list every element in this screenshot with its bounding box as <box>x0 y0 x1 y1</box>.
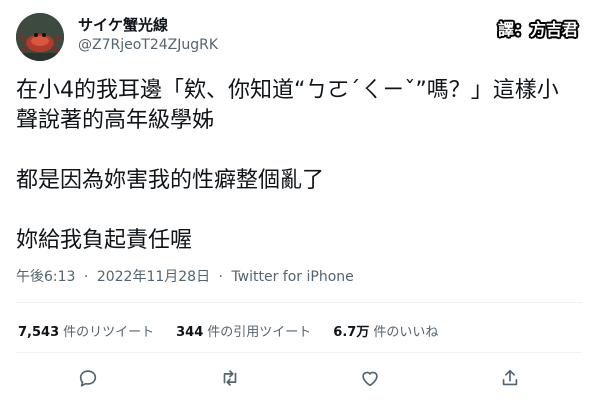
tweet-line: 都是因為妳害我的性癖整個亂了 <box>16 168 325 193</box>
tweet-line: 在小4的我耳邊「欸、你知道“ㄅㄛˊㄑㄧˇ”嗎？」這樣小 <box>16 78 559 103</box>
quote-label: 件の引用ツイート <box>207 325 312 340</box>
reply-icon <box>79 370 97 387</box>
share-button[interactable] <box>496 364 524 392</box>
reply-button[interactable] <box>74 364 102 392</box>
avatar[interactable] <box>16 13 64 61</box>
tweet-time[interactable]: 午後6:13 <box>16 269 75 285</box>
quote-count: 344 <box>176 325 204 340</box>
divider <box>16 302 582 303</box>
author-display-name[interactable]: サイケ蟹光線 <box>78 14 168 35</box>
retweet-button[interactable] <box>216 364 244 392</box>
share-icon <box>502 369 518 386</box>
tweet-text: 在小4的我耳邊「欸、你知道“ㄅㄛˊㄑㄧˇ”嗎？」這樣小 聲說著的高年級學姊 都是… <box>16 76 582 256</box>
tweet-line: 妳給我負起責任喔 <box>16 228 193 253</box>
quote-stat[interactable]: 344 件の引用ツイート <box>176 321 311 340</box>
like-icon <box>362 371 378 387</box>
translator-credit: 譯：方吉君 <box>497 20 578 39</box>
action-bar <box>0 358 598 398</box>
retweet-label: 件のリツイート <box>63 325 155 340</box>
like-label: 件のいいね <box>373 325 439 340</box>
retweet-icon <box>223 370 237 386</box>
like-count: 6.7万 <box>333 325 370 340</box>
like-stat[interactable]: 6.7万 件のいいね <box>333 321 438 340</box>
tweet-timestamp: 午後6:13 · 2022年11月28日 · Twitter for iPhon… <box>16 266 354 286</box>
author-handle[interactable]: @Z7RjeoT24ZJugRK <box>78 37 218 53</box>
tweet-source[interactable]: Twitter for iPhone <box>231 269 353 285</box>
separator: · <box>218 269 223 285</box>
retweet-count: 7,543 <box>18 325 60 340</box>
retweet-stat[interactable]: 7,543 件のリツイート <box>18 321 154 340</box>
tweet-line: 聲說著的高年級學姊 <box>16 108 215 133</box>
tweet-stats: 7,543 件のリツイート 344 件の引用ツイート 6.7万 件のいいね <box>18 321 460 340</box>
separator: · <box>83 269 89 285</box>
divider <box>16 352 582 353</box>
like-button[interactable] <box>356 364 384 392</box>
tweet-date[interactable]: 2022年11月28日 <box>97 269 210 285</box>
